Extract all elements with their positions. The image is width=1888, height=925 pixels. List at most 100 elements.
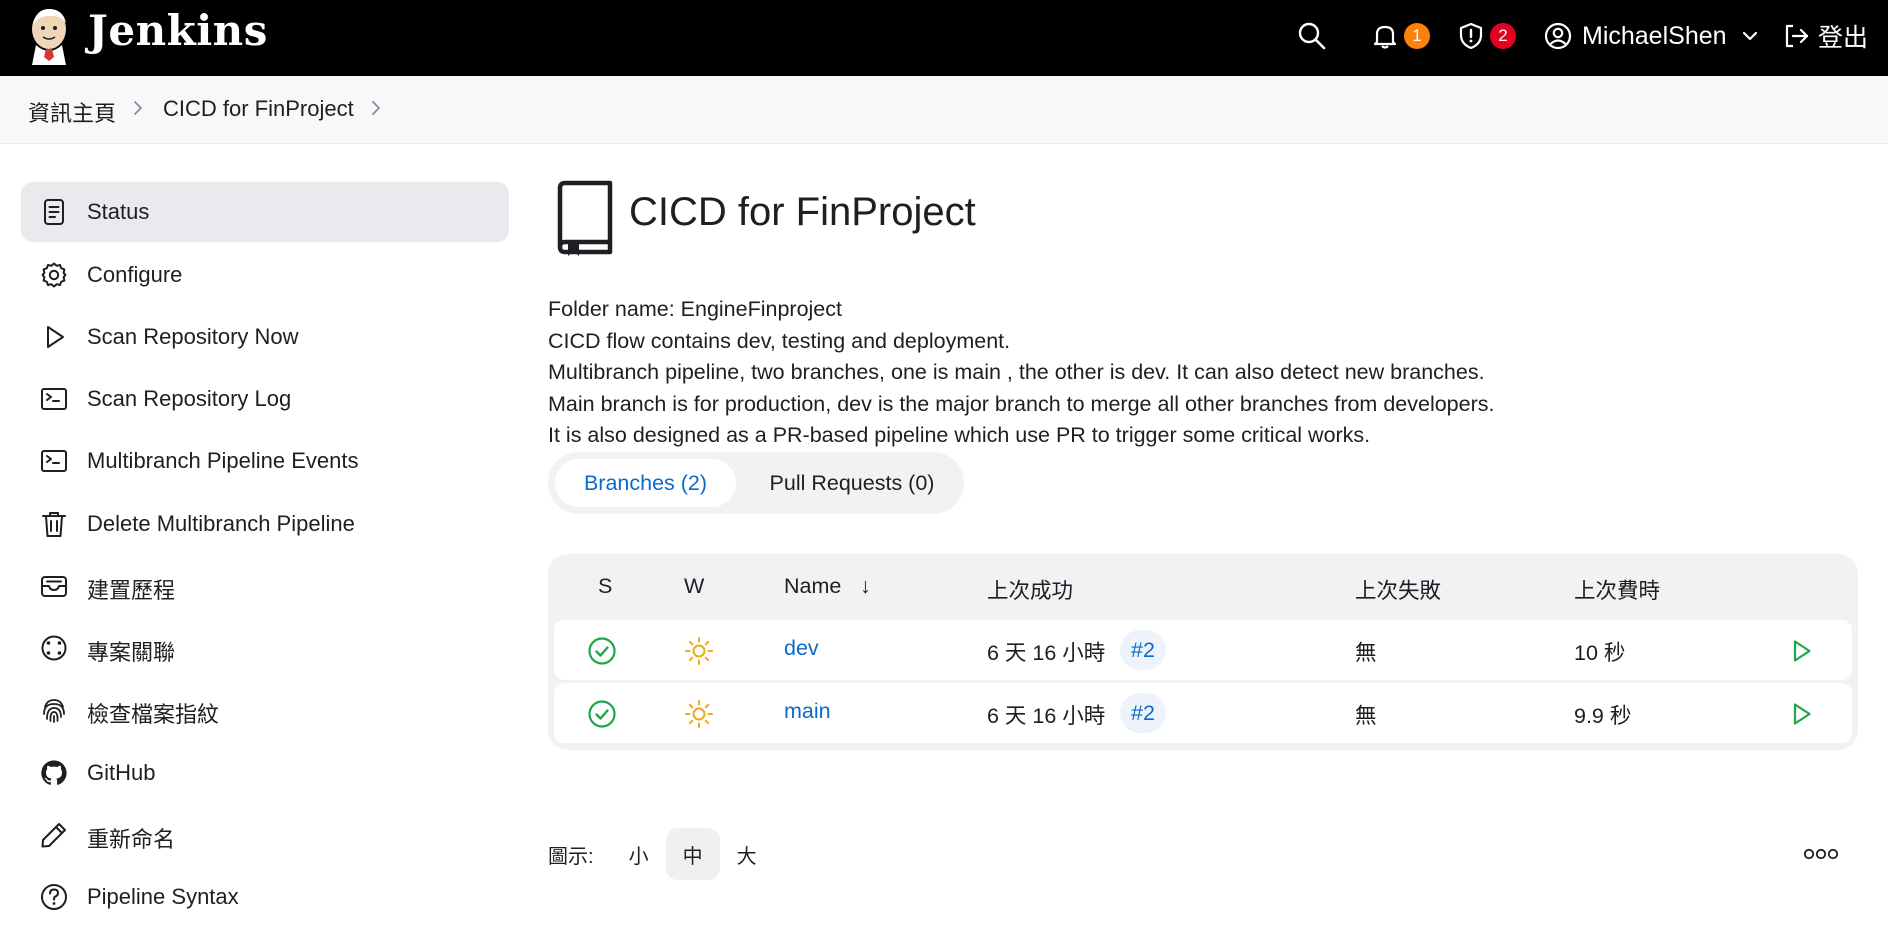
logout-button[interactable]: 登出 <box>1782 18 1868 54</box>
user-menu[interactable]: MichaelShen <box>1544 18 1761 54</box>
logout-label: 登出 <box>1818 24 1869 52</box>
jenkins-logo[interactable] <box>26 5 72 65</box>
sunny-weather-icon[interactable] <box>684 699 714 729</box>
trash-icon <box>42 512 66 537</box>
pencil-icon <box>41 823 66 848</box>
icon-size-small[interactable]: 小 <box>612 828 666 880</box>
build-link[interactable]: #2 <box>1120 630 1166 670</box>
description-line: It is also designed as a PR-based pipeli… <box>548 423 1371 447</box>
help-icon <box>41 884 67 910</box>
sidebar-item-project-relations[interactable]: 專案關聯 <box>21 618 509 678</box>
breadcrumb-project[interactable]: CICD for FinProject <box>163 96 354 122</box>
sidebar-item-scan-repository-now[interactable]: Scan Repository Now <box>21 307 509 367</box>
build-link[interactable]: #2 <box>1120 693 1166 733</box>
fingerprint-icon <box>43 699 65 723</box>
play-icon <box>47 326 64 348</box>
column-header-last-failure[interactable]: 上次失敗 <box>1355 574 1441 605</box>
sidebar-item-label: Scan Repository Now <box>87 324 299 349</box>
column-header-weather[interactable]: W <box>684 574 704 599</box>
sidebar-item-configure[interactable]: Configure <box>21 245 509 305</box>
sunny-weather-icon[interactable] <box>684 636 714 666</box>
terminal-icon <box>41 388 67 410</box>
sidebar-item-multibranch-pipeline-events[interactable]: Multibranch Pipeline Events <box>21 431 509 491</box>
more-options-icon[interactable] <box>1803 846 1839 862</box>
security-button[interactable]: 2 <box>1456 18 1516 54</box>
last-failure: 無 <box>1355 704 1377 728</box>
table-row: dev 6 天 16 小時 #2 無 10 秒 <box>554 620 1852 680</box>
user-avatar-icon <box>1544 22 1572 50</box>
column-header-status[interactable]: S <box>598 574 612 599</box>
sidebar-item-label: GitHub <box>87 760 156 785</box>
page-title: CICD for FinProject <box>629 190 976 234</box>
brand-title[interactable]: Jenkins <box>88 6 268 55</box>
description-line: Folder name: EngineFinproject <box>548 297 842 321</box>
icon-size-medium[interactable]: 中 <box>665 828 720 880</box>
branch-tabs: Branches (2) Pull Requests (0) <box>548 452 964 514</box>
search-button[interactable] <box>1296 18 1328 54</box>
sidebar-item-label: Pipeline Syntax <box>87 884 239 909</box>
sidebar-item-label: Scan Repository Log <box>87 386 292 411</box>
logout-icon <box>1785 24 1809 48</box>
shield-icon <box>1459 22 1483 50</box>
inbox-icon <box>41 576 67 597</box>
sidebar-item-delete-multibranch-pipeline[interactable]: Delete Multibranch Pipeline <box>21 494 509 554</box>
icon-size-large[interactable]: 大 <box>720 828 774 880</box>
description-line: CICD flow contains dev, testing and depl… <box>548 328 1011 353</box>
relations-icon <box>41 635 67 661</box>
repository-book-icon <box>557 180 613 256</box>
build-now-play-icon[interactable] <box>1786 636 1816 666</box>
description-line: Multibranch pipeline, two branches, one … <box>548 360 1485 384</box>
search-icon <box>1298 22 1326 50</box>
breadcrumb: 資訊主頁 CICD for FinProject <box>0 76 1888 144</box>
project-description: Folder name: EngineFinproject CICD flow … <box>548 294 1494 452</box>
branch-link[interactable]: main <box>784 699 831 724</box>
branch-link[interactable]: dev <box>784 636 819 661</box>
sidebar-item-label: 重新命名 <box>87 827 176 852</box>
icon-size-selector: 圖示: 小 中 大 <box>548 828 774 880</box>
sidebar-item-label: Configure <box>87 262 183 287</box>
branches-table: S W Name ↓ 上次成功 上次失敗 上次費時 dev 6 天 16 小時 … <box>548 554 1858 750</box>
chevron-down-icon <box>1742 31 1757 41</box>
sidebar-item-scan-repository-log[interactable]: Scan Repository Log <box>21 369 509 429</box>
last-failure: 無 <box>1355 641 1377 665</box>
last-duration: 10 秒 <box>1574 641 1626 665</box>
terminal-icon <box>41 450 67 472</box>
sidebar-item-label: Delete Multibranch Pipeline <box>87 511 355 536</box>
sidebar-item-label: 建置歷程 <box>87 578 176 603</box>
sidebar-item-github[interactable]: GitHub <box>21 743 509 803</box>
table-row: main 6 天 16 小時 #2 無 9.9 秒 <box>554 683 1852 743</box>
sidebar-item-pipeline-syntax[interactable]: Pipeline Syntax <box>21 867 509 925</box>
sidebar-item-label: Multibranch Pipeline Events <box>87 448 359 473</box>
sidebar-item-rename[interactable]: 重新命名 <box>21 805 509 865</box>
column-header-last-duration[interactable]: 上次費時 <box>1574 574 1660 605</box>
column-header-name[interactable]: Name <box>784 574 841 599</box>
bell-icon <box>1373 25 1397 49</box>
icon-size-label: 圖示: <box>548 845 594 868</box>
column-header-last-success[interactable]: 上次成功 <box>987 574 1073 605</box>
breadcrumb-dashboard[interactable]: 資訊主頁 <box>28 96 116 128</box>
sidebar-item-label: Status <box>87 199 150 224</box>
status-doc-icon <box>44 199 64 225</box>
description-line: Main branch is for production, dev is th… <box>548 391 1495 416</box>
sidebar-item-fingerprint[interactable]: 檢查檔案指紋 <box>21 680 509 740</box>
tab-pull-requests[interactable]: Pull Requests (0) <box>748 459 956 507</box>
notifications-badge: 1 <box>1404 23 1430 49</box>
tab-branches[interactable]: Branches (2) <box>555 459 736 507</box>
top-bar: Jenkins 1 2 MichaelShen 登出 <box>0 0 1888 76</box>
sidebar-item-build-history[interactable]: 建置歷程 <box>21 556 509 616</box>
success-status-icon[interactable] <box>587 699 617 729</box>
notifications-button[interactable]: 1 <box>1370 18 1430 54</box>
build-now-play-icon[interactable] <box>1786 699 1816 729</box>
sidebar-item-label: 檢查檔案指紋 <box>87 702 220 727</box>
security-badge: 2 <box>1490 23 1516 49</box>
success-status-icon[interactable] <box>587 636 617 666</box>
chevron-right-icon[interactable] <box>366 98 386 118</box>
username: MichaelShen <box>1582 21 1727 50</box>
gear-icon <box>41 262 67 288</box>
sidebar-item-label: 專案關聯 <box>87 640 176 665</box>
sidebar-item-status[interactable]: Status <box>21 182 509 242</box>
chevron-right-icon <box>134 101 142 115</box>
last-duration: 9.9 秒 <box>1574 704 1632 728</box>
last-success-time: 6 天 16 小時 <box>987 641 1106 665</box>
sort-arrow-icon[interactable]: ↓ <box>860 574 871 599</box>
